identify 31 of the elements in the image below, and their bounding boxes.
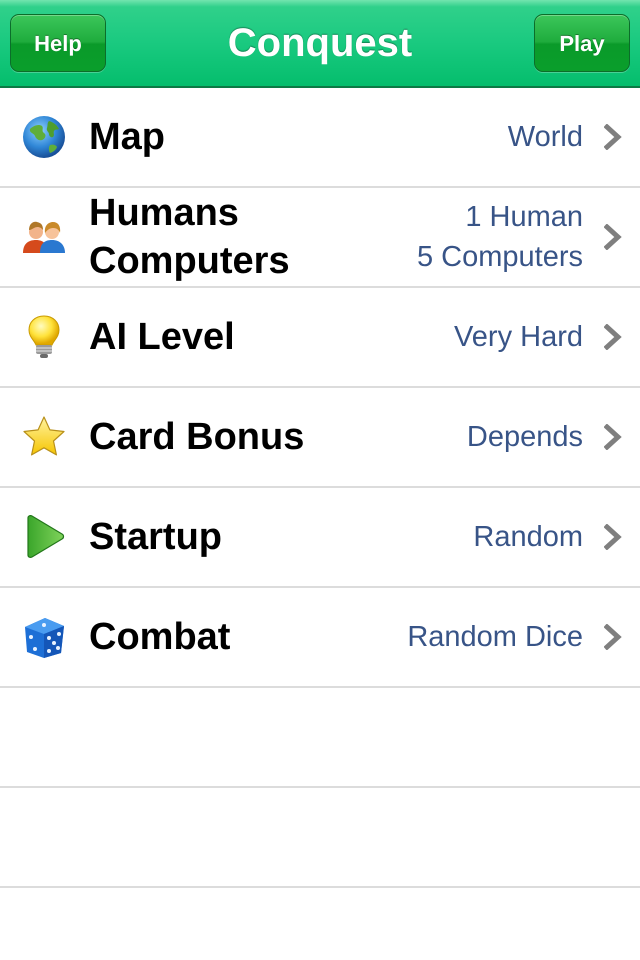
chevron-icon xyxy=(604,124,622,150)
row-value: 1 Human xyxy=(465,200,583,235)
row-value: Random xyxy=(473,520,583,555)
dice-icon xyxy=(22,615,66,659)
settings-row[interactable]: Map World xyxy=(0,88,640,188)
row-value: World xyxy=(508,120,583,155)
row-value: Depends xyxy=(466,420,583,455)
help-button[interactable]: Help xyxy=(10,14,106,72)
row-value: Very Hard xyxy=(454,320,583,355)
settings-row[interactable]: Card Bonus Depends xyxy=(0,388,640,488)
row-value: 5 Computers xyxy=(416,240,583,275)
chevron-icon xyxy=(604,324,622,350)
row-label: Combat xyxy=(89,615,230,660)
chevron-icon xyxy=(604,524,622,550)
row-label: Map xyxy=(89,115,165,160)
row-label: Humans xyxy=(89,191,240,236)
screen-title: Conquest xyxy=(228,23,412,63)
chevron-icon xyxy=(604,624,622,650)
row-label: Card Bonus xyxy=(89,415,304,460)
chevron-icon xyxy=(604,224,622,250)
settings-row[interactable]: Humans Computers 1 Human 5 Computers xyxy=(0,188,640,288)
settings-row[interactable]: Startup Random xyxy=(0,488,640,588)
row-label: Computers xyxy=(89,239,290,284)
globe-icon xyxy=(22,115,66,159)
row-label: AI Level xyxy=(89,315,235,360)
row-value: Random Dice xyxy=(407,620,583,655)
chevron-icon xyxy=(604,424,622,450)
row-label: Startup xyxy=(89,515,222,560)
settings-row[interactable]: Combat Random Dice xyxy=(0,588,640,688)
settings-row[interactable]: AI Level Very Hard xyxy=(0,288,640,388)
play-button[interactable]: Play xyxy=(534,14,630,72)
